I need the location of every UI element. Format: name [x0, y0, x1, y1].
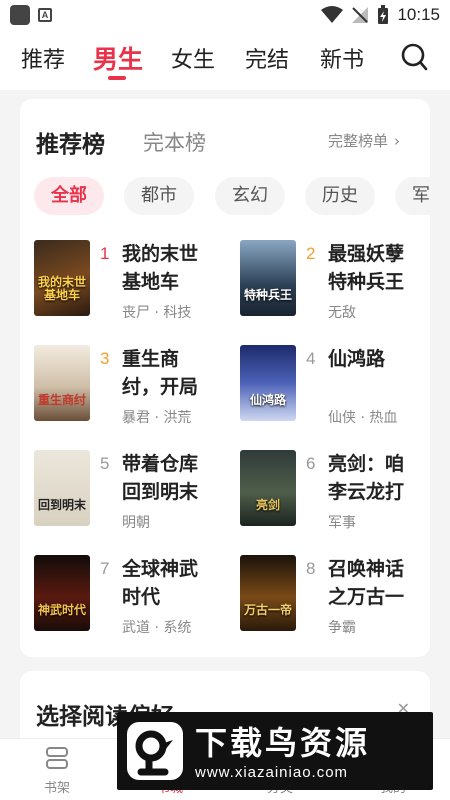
tab-male[interactable]: 男生	[93, 40, 143, 76]
book-tags: 丧尸 · 科技	[122, 305, 192, 321]
site-watermark: 下载鸟资源 www.xiazainiao.com	[117, 712, 433, 790]
bottom-tab-label: 书架	[43, 781, 70, 796]
chevron-right-icon: ›	[394, 132, 401, 150]
book-tags: 明朝	[122, 515, 150, 531]
book-item[interactable]: 重生商纣 3 重生商纣，开局 暴君 · 洪荒	[34, 345, 230, 433]
book-cover: 万古一帝	[240, 555, 296, 631]
rank-number: 3	[100, 349, 110, 368]
book-item[interactable]: 万古一帝 8 召唤神话之万古一 争霸	[240, 555, 430, 643]
watermark-logo	[127, 722, 183, 780]
chip-all[interactable]: 全部	[34, 177, 104, 215]
book-title: 最强妖孽特种兵王	[328, 243, 405, 293]
tab-recommend-ranking[interactable]: 推荐榜	[36, 125, 105, 159]
text-notification-icon: A	[38, 8, 52, 22]
full-ranking-label: 完整榜单	[328, 132, 389, 150]
cover-title: 我的末世基地车	[37, 275, 86, 302]
cover-title: 仙鸿路	[249, 393, 286, 407]
bottom-tab-bookshelf[interactable]: 书架	[22, 745, 92, 796]
book-title: 召唤神话之万古一	[328, 558, 405, 608]
no-signal-icon	[352, 7, 369, 23]
tab-recommend[interactable]: 推荐	[21, 42, 65, 74]
cover-title: 万古一帝	[243, 603, 292, 617]
rank-number: 7	[100, 559, 110, 578]
book-item[interactable]: 回到明末 5 带着仓库回到明末 明朝	[34, 450, 230, 538]
book-item[interactable]: 仙鸿路 4 仙鸿路 仙侠 · 热血	[240, 345, 430, 433]
chip-military[interactable]: 军	[395, 177, 430, 215]
top-navigation: 推荐 男生 女生 完结 新书	[0, 30, 450, 90]
full-ranking-link[interactable]: 完整榜单 ›	[328, 130, 400, 151]
book-item[interactable]: 神武时代 7 全球神武时代 武道 · 系统	[34, 555, 230, 643]
book-cover: 回到明末	[34, 450, 90, 526]
book-tags: 军事	[328, 515, 356, 531]
book-item[interactable]: 我的末世基地车 1 我的末世基地车 丧尸 · 科技	[34, 240, 230, 328]
book-tags: 武道 · 系统	[122, 620, 192, 636]
status-bar: A 10:15	[0, 0, 450, 30]
chip-history[interactable]: 历史	[305, 177, 375, 215]
category-chips: 全部 都市 玄幻 历史 军	[34, 177, 430, 217]
book-tags: 争霸	[328, 620, 356, 636]
book-tags: 仙侠 · 热血	[328, 410, 398, 426]
rank-number: 8	[306, 559, 316, 578]
book-title: 仙鸿路	[328, 348, 386, 370]
book-title: 全球神武时代	[122, 558, 199, 608]
book-item[interactable]: 特种兵王 2 最强妖孽特种兵王 无敌	[240, 240, 430, 328]
battery-charging-icon	[378, 5, 389, 24]
book-cover: 仙鸿路	[240, 345, 296, 421]
book-tags: 无敌	[328, 305, 356, 321]
cover-title: 重生商纣	[37, 393, 86, 407]
book-cover: 神武时代	[34, 555, 90, 631]
tab-completed[interactable]: 完结	[245, 42, 289, 74]
rank-number: 2	[306, 244, 316, 263]
chip-urban[interactable]: 都市	[124, 177, 194, 215]
wifi-icon	[321, 6, 344, 23]
book-tags: 暴君 · 洪荒	[122, 410, 192, 426]
book-item[interactable]: 亮剑 6 亮剑：咱李云龙打 军事	[240, 450, 430, 538]
rank-number: 5	[100, 454, 110, 473]
book-cover: 我的末世基地车	[34, 240, 90, 316]
book-title: 我的末世基地车	[122, 243, 199, 293]
book-title: 亮剑：咱李云龙打	[328, 453, 405, 503]
chip-fantasy[interactable]: 玄幻	[215, 177, 285, 215]
book-cover: 亮剑	[240, 450, 296, 526]
tab-completed-ranking[interactable]: 完本榜	[143, 127, 206, 157]
book-title: 带着仓库回到明末	[122, 453, 199, 503]
cover-title: 回到明末	[37, 498, 86, 512]
rank-number: 1	[100, 244, 110, 263]
book-cover: 重生商纣	[34, 345, 90, 421]
bookshelf-icon	[46, 747, 68, 769]
watermark-url: www.xiazainiao.com	[195, 764, 349, 781]
rank-number: 6	[306, 454, 316, 473]
rank-number: 4	[306, 349, 316, 368]
watermark-title: 下载鸟资源	[195, 724, 371, 762]
cover-title: 亮剑	[255, 498, 280, 512]
cover-title: 特种兵王	[243, 288, 292, 302]
tab-female[interactable]: 女生	[171, 42, 215, 74]
book-title: 重生商纣，开局	[122, 348, 199, 398]
search-icon[interactable]	[400, 42, 428, 72]
book-cover: 特种兵王	[240, 240, 296, 316]
clock: 10:15	[397, 5, 440, 24]
bird-logo-icon	[135, 730, 173, 776]
active-tab-indicator	[108, 76, 126, 80]
app-notification-icon	[10, 5, 30, 25]
cover-title: 神武时代	[37, 603, 86, 617]
ranking-card: 推荐榜 完本榜 完整榜单 › 全部 都市 玄幻 历史 军 我的末世基地车 1 我的…	[20, 99, 430, 657]
tab-new-books[interactable]: 新书	[320, 42, 364, 74]
